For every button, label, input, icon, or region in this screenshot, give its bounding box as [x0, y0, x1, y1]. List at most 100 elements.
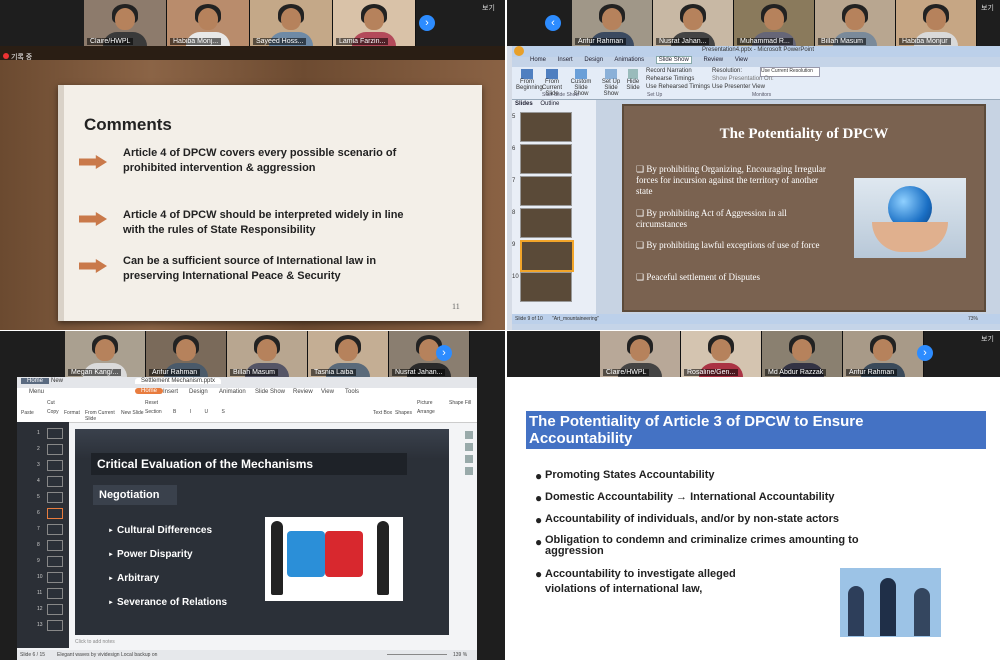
shape-fill-button[interactable]: Shape Fill [449, 400, 471, 406]
office-button-icon[interactable] [514, 46, 524, 56]
slide-thumbnail[interactable] [47, 524, 63, 535]
set-up-slide-show-button[interactable]: Set Up Slide Show [600, 69, 622, 97]
tab-view[interactable]: View [321, 389, 334, 395]
tab-home[interactable]: Home [530, 57, 546, 63]
slide-thumbnail[interactable] [47, 572, 63, 583]
slide-thumbnail-selected[interactable] [47, 508, 63, 519]
participant-tile[interactable]: Habiba Monjur [896, 0, 977, 46]
participant-tile[interactable]: Rosaline/Gen... [681, 331, 762, 377]
participant-tile[interactable]: Claire/HWPL [600, 331, 681, 377]
menu-button[interactable]: Menu [29, 389, 44, 395]
tab-animations[interactable]: Animations [614, 57, 644, 63]
tab-animation[interactable]: Animation [219, 389, 246, 395]
tab-outline[interactable]: Outline [540, 101, 559, 107]
slide[interactable]: Critical Evaluation of the Mechanisms Ne… [75, 429, 449, 635]
slide-thumbnail[interactable] [47, 540, 63, 551]
participant-tile[interactable]: Billah Masum [815, 0, 896, 46]
tab-home[interactable]: Home [135, 388, 164, 394]
cut-button[interactable]: Cut [47, 400, 55, 406]
slide-thumbnail[interactable] [47, 556, 63, 567]
participant-tile[interactable]: Arifur Rahman [572, 0, 653, 46]
participant-tile[interactable]: Md Abdur Razzak [762, 331, 843, 377]
slide-thumbnail[interactable] [520, 144, 572, 174]
tab-tools[interactable]: Tools [345, 389, 359, 395]
participant-tile[interactable]: Arifur Rahman [843, 331, 924, 377]
slide-thumbnail[interactable] [47, 492, 63, 503]
slide[interactable]: The Potentiality of DPCW ❏ By prohibitin… [622, 104, 986, 312]
slide-thumbnail[interactable] [47, 428, 63, 439]
copy-button[interactable]: Copy [47, 409, 59, 415]
prev-page-button[interactable]: ‹ [545, 15, 561, 31]
record-narration-button[interactable]: Record Narration [646, 68, 692, 74]
participant-tile[interactable]: Billah Masum [227, 331, 308, 377]
zoom-slider[interactable] [387, 654, 447, 655]
custom-show-icon [575, 69, 587, 79]
tool-icon[interactable] [465, 455, 473, 463]
picture-button[interactable]: Picture [417, 400, 433, 406]
from-beginning-button[interactable]: From Beginning [516, 69, 543, 91]
participant-tile[interactable]: Nusrat Jahan... [653, 0, 734, 46]
participant-tile[interactable]: Sayeed Hoss... [250, 0, 333, 46]
slide-thumbnail[interactable] [47, 588, 63, 599]
wps-window: Home New Settlement Mechanism.pptx Menu … [17, 377, 477, 660]
participant-tile[interactable]: Nusrat Jahan... [389, 331, 470, 377]
shapes-button[interactable]: Shapes [395, 410, 412, 416]
slide-thumbnail[interactable] [520, 208, 572, 238]
paste-button[interactable]: Paste [21, 410, 34, 416]
tab-design[interactable]: Design [584, 57, 603, 63]
panel-tabs: Slides Outline [512, 100, 596, 108]
tab-insert[interactable]: Insert [163, 389, 178, 395]
participant-tile[interactable]: Claire/HWPL [84, 0, 167, 46]
participant-tile[interactable]: Arifur Rahman [146, 331, 227, 377]
hide-slide-button[interactable]: Hide Slide [624, 69, 642, 91]
tab-new[interactable]: New [51, 378, 63, 384]
tab-review[interactable]: Review [703, 57, 723, 63]
from-current-slide-button[interactable]: From Current Slide [85, 410, 117, 422]
notes-placeholder[interactable]: Click to add notes [75, 639, 115, 645]
slide-thumbnail[interactable] [47, 620, 63, 631]
participant-tile[interactable]: Muhammad R... [734, 0, 815, 46]
tool-icon[interactable] [465, 467, 473, 475]
new-slide-button[interactable]: New Slide [121, 410, 144, 416]
tab-design[interactable]: Design [189, 389, 208, 395]
tab-home-app[interactable]: Home [21, 378, 50, 384]
view-label[interactable]: 보기 [482, 3, 495, 13]
view-label[interactable]: 보기 [981, 334, 994, 344]
tab-slide-show[interactable]: Slide Show [255, 389, 285, 395]
next-page-button[interactable]: › [917, 345, 933, 361]
slide-thumbnail[interactable] [520, 112, 572, 142]
reset-button[interactable]: Reset [145, 400, 158, 406]
text-box-button[interactable]: Text Box [373, 410, 392, 416]
zoom-level[interactable]: 139 % [453, 652, 467, 658]
use-rehearsed-timings-checkbox[interactable]: Use Rehearsed Timings [646, 84, 710, 90]
participant-tile[interactable]: Habiba Monj... [167, 0, 250, 46]
section-button[interactable]: Section [145, 409, 162, 415]
slide-thumbnail-selected[interactable] [520, 240, 574, 272]
tab-slides[interactable]: Slides [515, 101, 533, 107]
tab-insert[interactable]: Insert [558, 57, 573, 63]
rehearse-timings-button[interactable]: Rehearse Timings [646, 76, 694, 82]
tab-review[interactable]: Review [293, 389, 313, 395]
slide-thumbnail[interactable] [47, 604, 63, 615]
participant-tile[interactable]: Tasnia Laiba [308, 331, 389, 377]
slide-thumbnail[interactable] [47, 460, 63, 471]
tab-slide-show[interactable]: Slide Show [655, 56, 692, 64]
doc-tab[interactable]: Settlement Mechanism.pptx [135, 378, 222, 384]
next-page-button[interactable]: › [436, 345, 452, 361]
slide-thumbnail[interactable] [520, 272, 572, 302]
slide-thumbnail[interactable] [47, 476, 63, 487]
view-label[interactable]: 보기 [981, 3, 994, 13]
next-page-button[interactable]: › [419, 15, 435, 31]
tool-icon[interactable] [465, 431, 473, 439]
participant-tile[interactable]: Megan Kang/... [65, 331, 146, 377]
participant-tile[interactable]: Lamia Farzin... [333, 0, 416, 46]
arrange-button[interactable]: Arrange [417, 409, 435, 415]
slide-thumbnail[interactable] [47, 444, 63, 455]
tool-icon[interactable] [465, 443, 473, 451]
tab-view[interactable]: View [735, 57, 748, 63]
slide-thumbnail[interactable] [520, 176, 572, 206]
presenter-view-checkbox[interactable]: Use Presenter View [712, 84, 765, 90]
font-format-icons[interactable]: B I U S [173, 409, 231, 415]
zoom-level[interactable]: 73% [968, 316, 978, 322]
format-painter-button[interactable]: Format [64, 410, 80, 416]
